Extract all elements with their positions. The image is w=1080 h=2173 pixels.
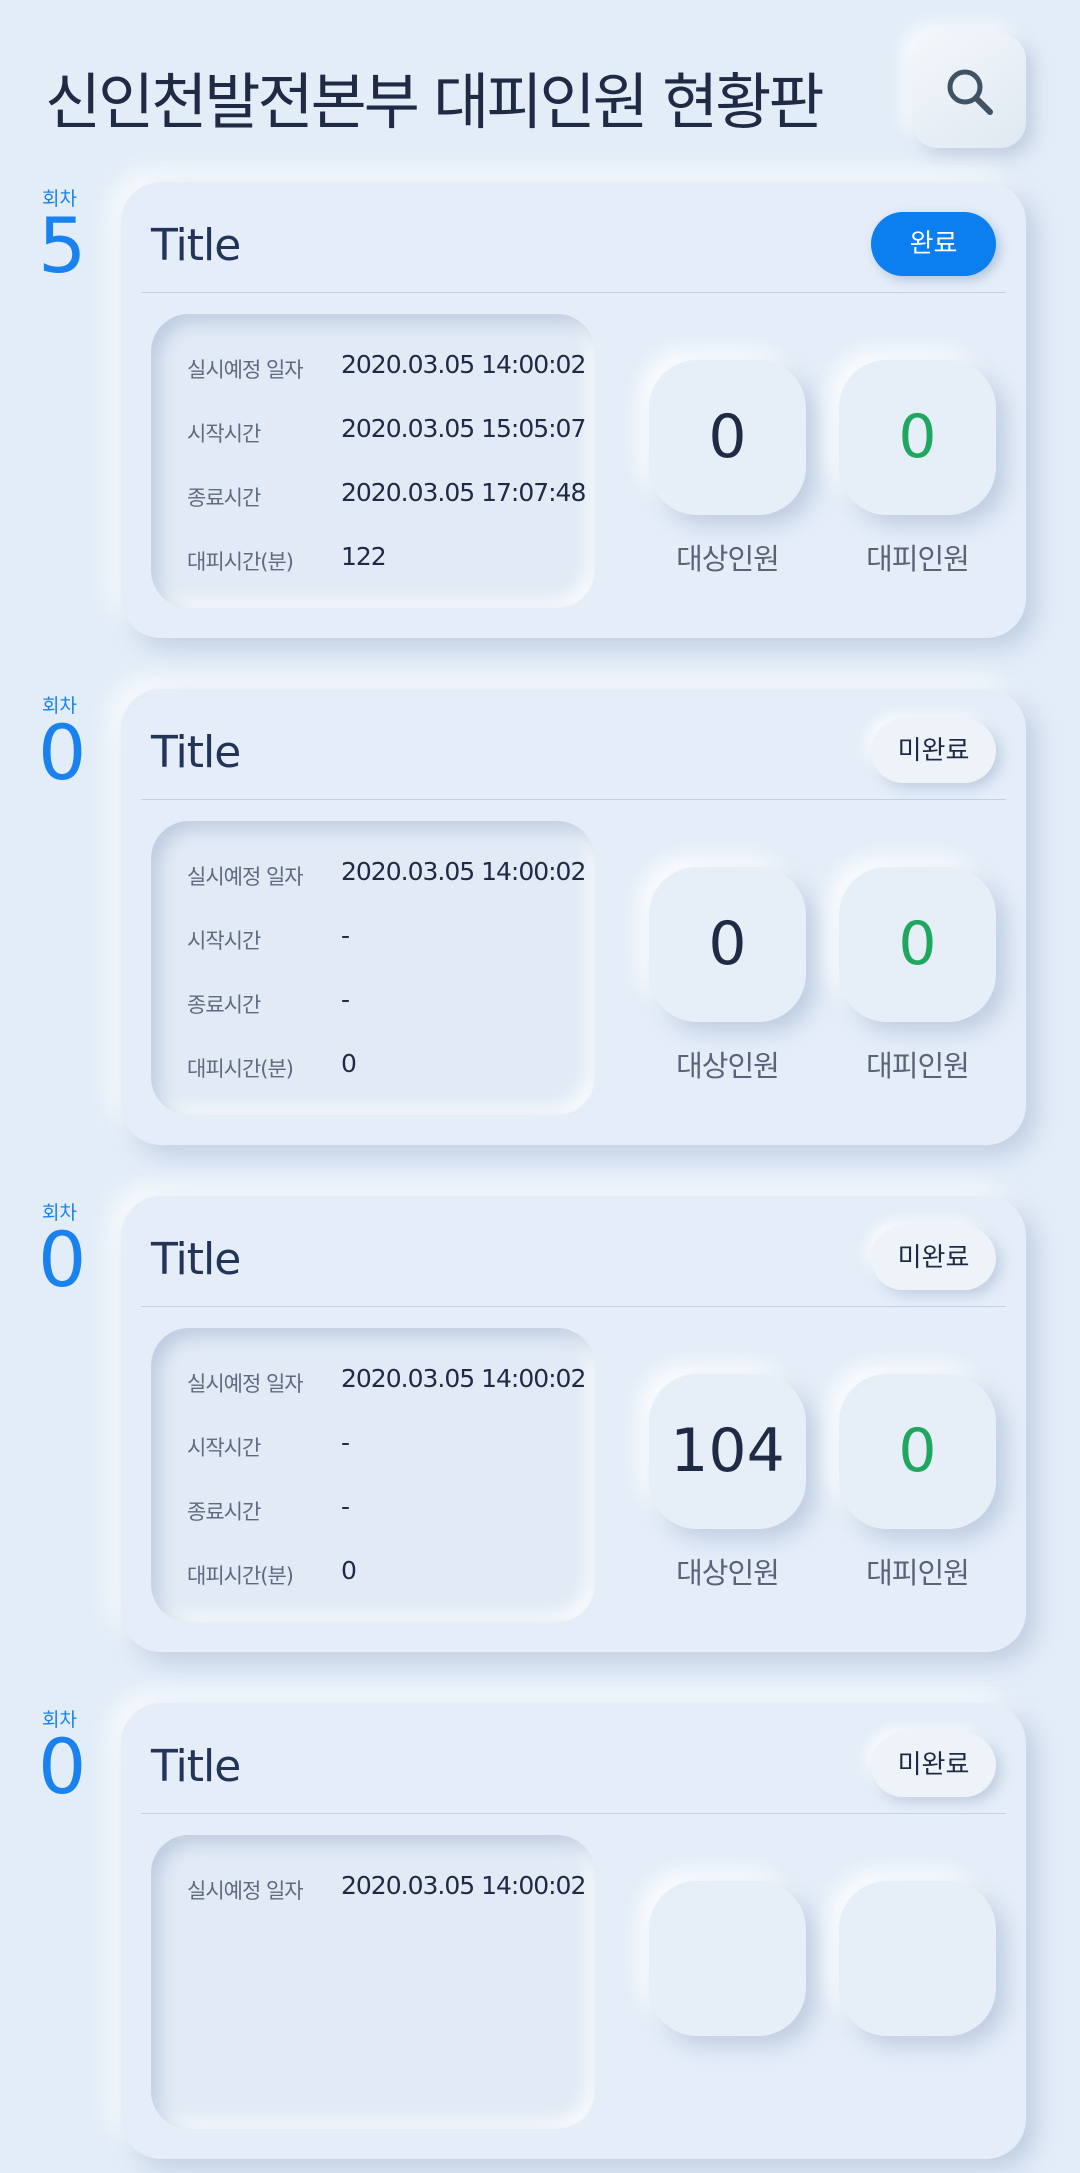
- info-panel: 실시예정 일자 2020.03.05 14:00:02 시작시간 - 종료시간 …: [151, 1328, 595, 1622]
- info-row-start: 시작시간 -: [187, 919, 587, 959]
- card-title: Title: [151, 220, 241, 271]
- info-row-scheduled: 실시예정 일자 2020.03.05 14:00:02: [187, 1869, 587, 1909]
- status-badge[interactable]: 미완료: [871, 1226, 996, 1290]
- info-label: 대피시간(분): [187, 1564, 294, 1588]
- info-label: 시작시간: [187, 1436, 261, 1460]
- target-count-label: 대상인원: [676, 1049, 780, 1083]
- evacuated-count-tile: [839, 1881, 996, 2036]
- target-count-label: 대상인원: [676, 542, 780, 576]
- search-icon: [947, 69, 993, 115]
- info-value: 0: [341, 1049, 357, 1078]
- info-row-scheduled: 실시예정 일자 2020.03.05 14:00:02: [187, 855, 587, 895]
- info-row-duration: 대피시간(분) 122: [187, 540, 587, 580]
- evacuated-count-label: 대피인원: [866, 1556, 970, 1590]
- info-label: 시작시간: [187, 929, 261, 953]
- search-button[interactable]: [912, 34, 1026, 148]
- info-row-end: 종료시간 2020.03.05 17:07:48: [187, 476, 587, 516]
- info-value: -: [341, 985, 350, 1014]
- info-row-scheduled: 실시예정 일자 2020.03.05 14:00:02: [187, 1362, 587, 1402]
- drill-entry: 회차 0 Title 미완료 실시예정 일자 2020.03.05 14:00:…: [0, 1703, 1080, 2173]
- info-value: 2020.03.05 14:00:02: [341, 350, 586, 379]
- info-value: 122: [341, 542, 387, 571]
- round-number: 0: [38, 1722, 87, 1811]
- card-title: Title: [151, 727, 241, 778]
- info-label: 종료시간: [187, 993, 261, 1017]
- drill-card[interactable]: Title 완료 실시예정 일자 2020.03.05 14:00:02 시작시…: [121, 182, 1026, 638]
- info-label: 실시예정 일자: [187, 1879, 304, 1903]
- info-value: 2020.03.05 15:05:07: [341, 414, 586, 443]
- drill-entry: 회차 0 Title 미완료 실시예정 일자 2020.03.05 14:00:…: [0, 689, 1080, 1159]
- drill-card[interactable]: Title 미완료 실시예정 일자 2020.03.05 14:00:02 시작…: [121, 1196, 1026, 1652]
- info-label: 대피시간(분): [187, 1057, 294, 1081]
- target-count-tile: 104: [649, 1374, 806, 1529]
- info-value: 2020.03.05 14:00:02: [341, 1871, 586, 1900]
- info-row-start: 시작시간 2020.03.05 15:05:07: [187, 412, 587, 452]
- evacuated-count-tile: 0: [839, 867, 996, 1022]
- evacuated-count-tile: 0: [839, 1374, 996, 1529]
- divider: [141, 1813, 1006, 1814]
- info-row-duration: 대피시간(분) 0: [187, 1554, 587, 1594]
- round-number: 5: [38, 201, 87, 290]
- info-value: 2020.03.05 14:00:02: [341, 1364, 586, 1393]
- drill-entry: 회차 0 Title 미완료 실시예정 일자 2020.03.05 14:00:…: [0, 1196, 1080, 1666]
- info-label: 실시예정 일자: [187, 358, 304, 382]
- target-count-tile: 0: [649, 867, 806, 1022]
- info-label: 실시예정 일자: [187, 865, 304, 889]
- divider: [141, 799, 1006, 800]
- info-row-scheduled: 실시예정 일자 2020.03.05 14:00:02: [187, 348, 587, 388]
- status-badge[interactable]: 완료: [871, 212, 996, 276]
- info-label: 종료시간: [187, 1500, 261, 1524]
- target-count-label: 대상인원: [676, 1556, 780, 1590]
- status-badge[interactable]: 미완료: [871, 719, 996, 783]
- info-panel: 실시예정 일자 2020.03.05 14:00:02 시작시간 - 종료시간 …: [151, 821, 595, 1115]
- target-count-tile: 0: [649, 360, 806, 515]
- info-panel: 실시예정 일자 2020.03.05 14:00:02: [151, 1835, 595, 2129]
- evacuated-count-label: 대피인원: [866, 542, 970, 576]
- info-label: 실시예정 일자: [187, 1372, 304, 1396]
- card-title: Title: [151, 1741, 241, 1792]
- info-panel: 실시예정 일자 2020.03.05 14:00:02 시작시간 2020.03…: [151, 314, 595, 608]
- info-label: 시작시간: [187, 422, 261, 446]
- drill-card[interactable]: Title 미완료 실시예정 일자 2020.03.05 14:00:02: [121, 1703, 1026, 2159]
- info-label: 종료시간: [187, 486, 261, 510]
- app-header: 신인천발전본부 대피인원 현황판: [0, 0, 1080, 180]
- divider: [141, 292, 1006, 293]
- drill-entry: 회차 5 Title 완료 실시예정 일자 2020.03.05 14:00:0…: [0, 182, 1080, 652]
- evacuated-count-label: 대피인원: [866, 1049, 970, 1083]
- info-value: 2020.03.05 17:07:48: [341, 478, 586, 507]
- card-title: Title: [151, 1234, 241, 1285]
- evacuated-count-tile: 0: [839, 360, 996, 515]
- info-value: 2020.03.05 14:00:02: [341, 857, 586, 886]
- info-row-end: 종료시간 -: [187, 1490, 587, 1530]
- drill-card[interactable]: Title 미완료 실시예정 일자 2020.03.05 14:00:02 시작…: [121, 689, 1026, 1145]
- info-row-duration: 대피시간(분) 0: [187, 1047, 587, 1087]
- round-number: 0: [38, 708, 87, 797]
- info-value: -: [341, 1428, 350, 1457]
- target-count-tile: [649, 1881, 806, 2036]
- info-value: -: [341, 1492, 350, 1521]
- page-title: 신인천발전본부 대피인원 현황판: [45, 67, 824, 138]
- divider: [141, 1306, 1006, 1307]
- info-label: 대피시간(분): [187, 550, 294, 574]
- info-row-end: 종료시간 -: [187, 983, 587, 1023]
- info-value: 0: [341, 1556, 357, 1585]
- round-number: 0: [38, 1215, 87, 1304]
- info-row-start: 시작시간 -: [187, 1426, 587, 1466]
- status-badge[interactable]: 미완료: [871, 1733, 996, 1797]
- info-value: -: [341, 921, 350, 950]
